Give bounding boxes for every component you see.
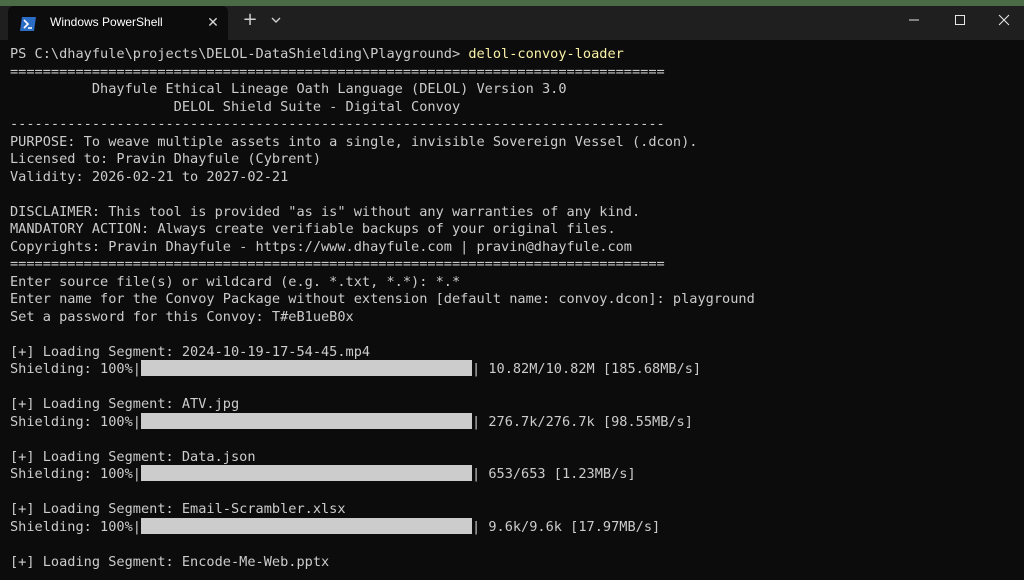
powershell-icon	[20, 16, 36, 31]
minimize-icon[interactable]	[892, 6, 936, 34]
terminal-output[interactable]: PS C:\dhayfule\projects\DELOL-DataShield…	[0, 40, 1024, 580]
licensed-line: Licensed to: Pravin Dhayfule (Cybrent)	[10, 151, 321, 167]
progress-bar	[140, 360, 472, 376]
shielding-label: Shielding: 100%|	[10, 518, 141, 535]
chevron-down-icon[interactable]	[268, 12, 284, 28]
progress-bar	[140, 517, 472, 534]
progress-bar-fill	[140, 517, 472, 534]
separator-double: ========================================…	[10, 63, 665, 80]
segment-progress-line: Shielding: 100%| | 276.7k/276.7k [98.55MB…	[10, 412, 1010, 432]
segment-stats: | 10.82M/10.82M [185.68MB/s]	[471, 361, 702, 377]
close-icon[interactable]	[982, 6, 1024, 34]
prompt-path: PS C:\dhayfule\projects\DELOL-DataShield…	[10, 46, 469, 62]
progress-bar-fill	[140, 412, 472, 429]
close-tab-icon[interactable]: ✕	[204, 14, 222, 32]
segment-stats: | 653/653 [1.23MB/s]	[471, 466, 636, 482]
segment-progress-line: Shielding: 100%| | 10.82M/10.82M [185.68M…	[10, 360, 1010, 379]
shielding-label: Shielding: 100%|	[10, 361, 141, 377]
title-bar: Windows PowerShell ✕ +	[0, 0, 1024, 40]
copyrights-line: Copyrights: Pravin Dhayfule - https://ww…	[10, 238, 632, 255]
prompt-command: delol-convoy-loader	[468, 46, 624, 62]
progress-bar	[140, 412, 472, 429]
segment-loading-line: [+] Loading Segment: Encode-Me-Web.pptx	[10, 553, 330, 570]
terminal-lines: PS C:\dhayfule\projects\DELOL-DataShield…	[10, 46, 1010, 571]
tab-windows-powershell[interactable]: Windows PowerShell ✕	[8, 6, 228, 40]
progress-bar-fill	[140, 360, 472, 376]
banner-title: Dhayfule Ethical Lineage Oath Language (…	[10, 81, 567, 97]
purpose-line: PURPOSE: To weave multiple assets into a…	[10, 133, 698, 150]
mandatory-line: MANDATORY ACTION: Always create verifiab…	[10, 221, 616, 237]
progress-bar	[140, 465, 472, 481]
segment-loading-line: [+] Loading Segment: Email-Scrambler.xls…	[10, 501, 346, 517]
segment-loading-line: [+] Loading Segment: 2024-10-19-17-54-45…	[10, 343, 371, 360]
shielding-label: Shielding: 100%|	[10, 413, 141, 430]
segment-progress-line: Shielding: 100%| | 653/653 [1.23MB/s]	[10, 465, 1010, 484]
tab-title: Windows PowerShell	[50, 15, 163, 29]
progress-bar-fill	[140, 465, 472, 481]
banner-subtitle: DELOL Shield Suite - Digital Convoy	[10, 98, 461, 115]
source-input-line: Enter source file(s) or wildcard (e.g. *…	[10, 273, 461, 290]
separator-single: ----------------------------------------…	[10, 116, 665, 132]
password-line: Set a password for this Convoy: T#eB1ueB…	[10, 308, 354, 325]
segment-progress-line: Shielding: 100%| | 9.6k/9.6k [17.97MB/s]	[10, 517, 1010, 537]
segment-loading-line: [+] Loading Segment: ATV.jpg	[10, 396, 240, 412]
new-tab-button[interactable]: +	[240, 10, 260, 30]
maximize-icon[interactable]	[938, 6, 982, 34]
separator-double-2: ========================================…	[10, 256, 665, 272]
shielding-label: Shielding: 100%|	[10, 466, 141, 482]
segment-stats: | 276.7k/276.7k [98.55MB/s]	[471, 413, 693, 430]
package-name-line: Enter name for the Convoy Package withou…	[10, 291, 755, 307]
validity-line: Validity: 2026-02-21 to 2027-02-21	[10, 168, 289, 185]
segment-loading-line: [+] Loading Segment: Data.json	[10, 448, 256, 465]
disclaimer-line: DISCLAIMER: This tool is provided "as is…	[10, 203, 641, 220]
segment-stats: | 9.6k/9.6k [17.97MB/s]	[471, 518, 661, 535]
prompt-line: PS C:\dhayfule\projects\DELOL-DataShield…	[10, 46, 1010, 64]
